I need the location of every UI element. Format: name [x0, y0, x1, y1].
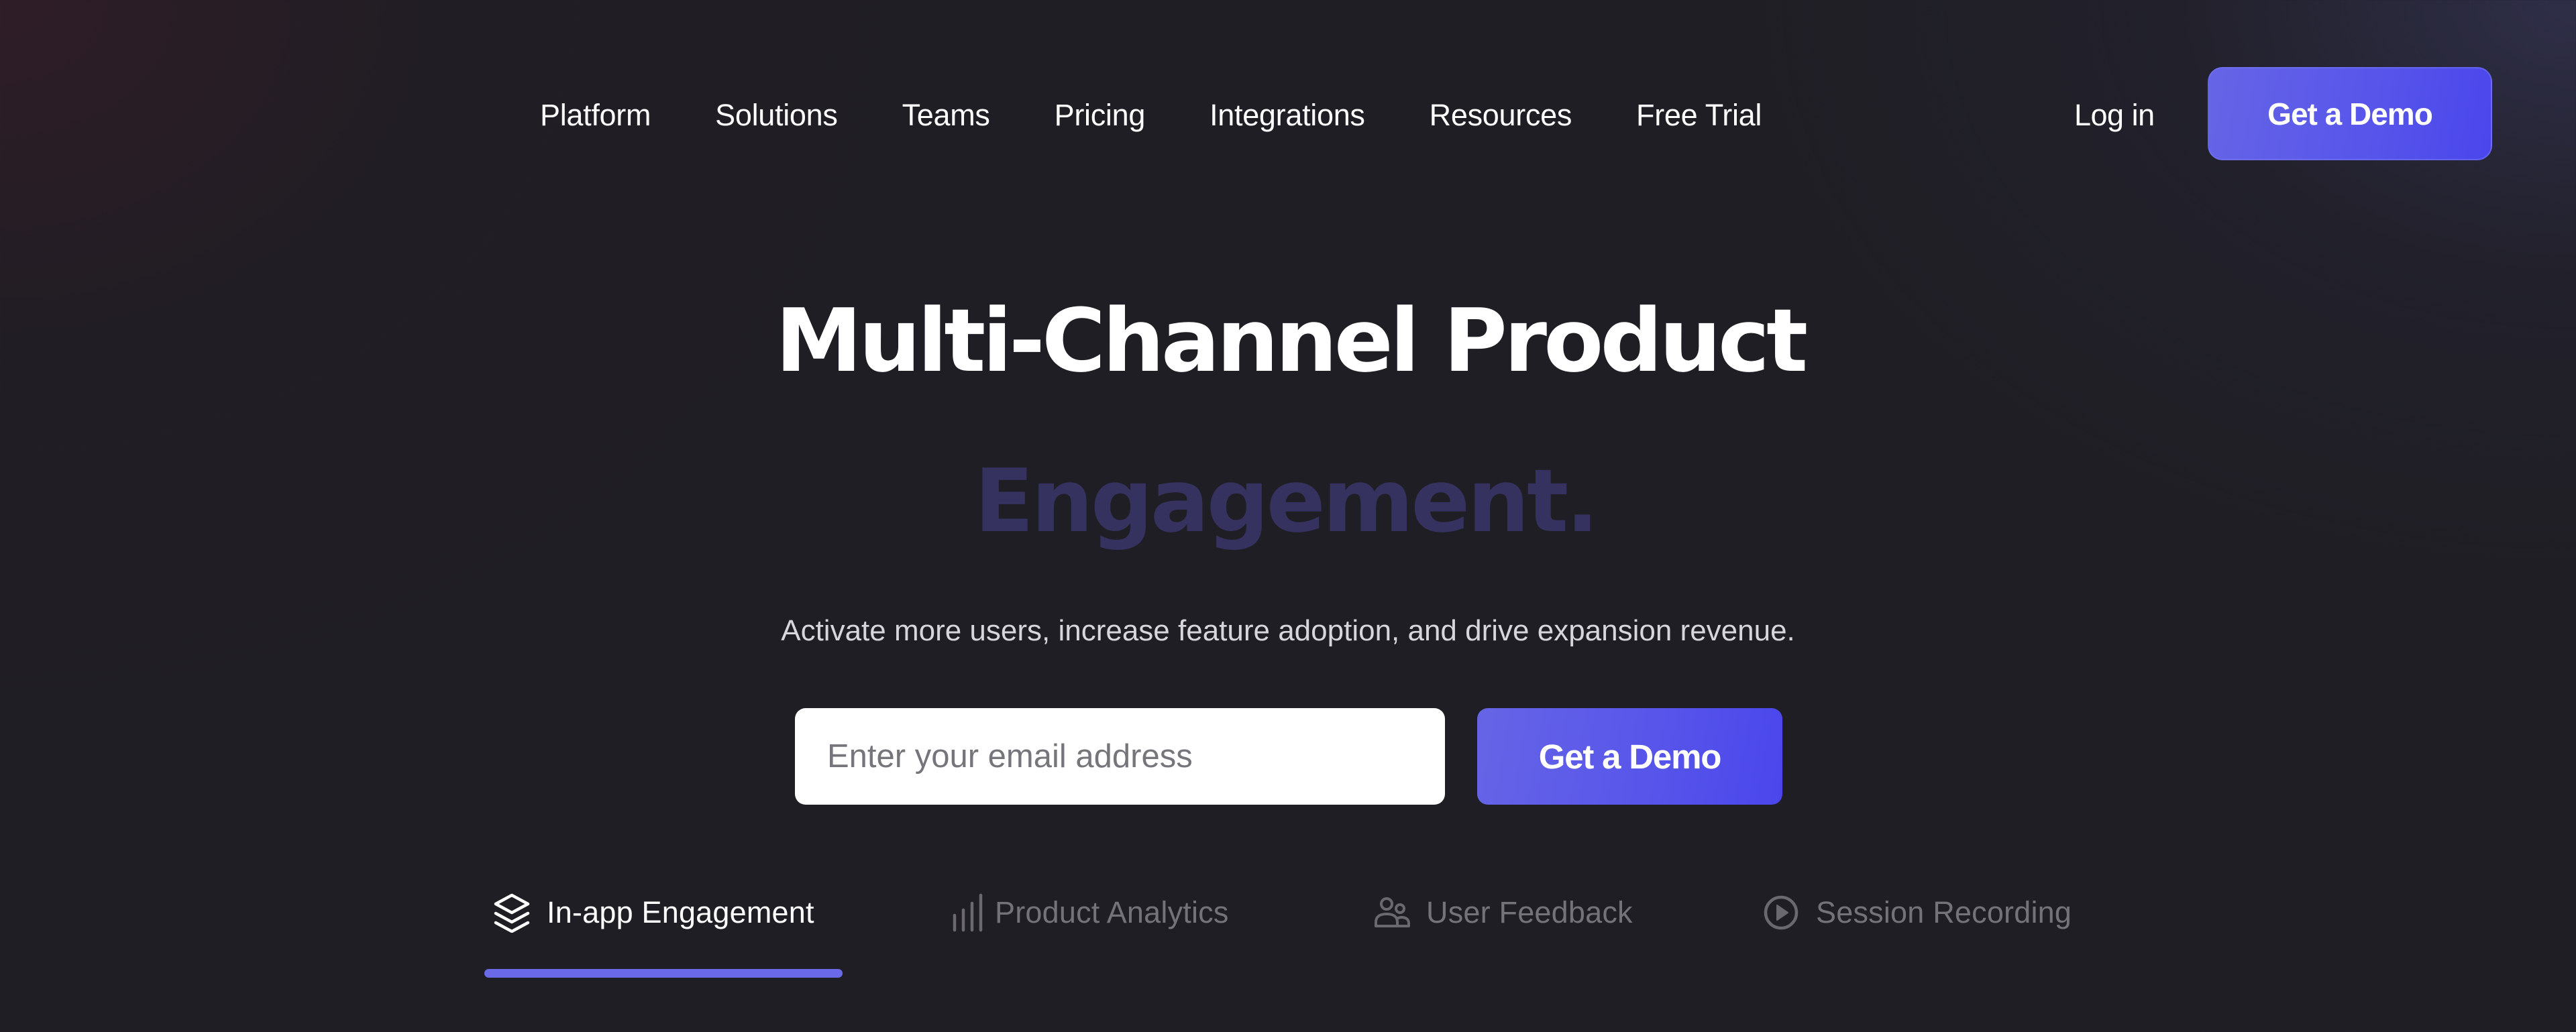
nav-link-resources[interactable]: Resources	[1430, 98, 1572, 133]
tab-label: Session Recording	[1816, 895, 2072, 929]
play-circle-icon	[1761, 893, 1801, 933]
users-icon	[1373, 893, 1413, 933]
nav-link-platform[interactable]: Platform	[540, 98, 651, 133]
tab-user-feedback[interactable]: User Feedback	[1373, 884, 1633, 941]
tab-in-app-engagement[interactable]: In-app Engagement	[492, 884, 814, 941]
hero-subtitle: Activate more users, increase feature ad…	[781, 614, 1795, 647]
tab-product-analytics[interactable]: Product Analytics	[948, 884, 1229, 941]
tab-label: User Feedback	[1426, 895, 1633, 929]
nav-link-teams[interactable]: Teams	[902, 98, 990, 133]
tab-label: Product Analytics	[995, 895, 1229, 929]
nav-link-solutions[interactable]: Solutions	[715, 98, 838, 133]
email-input[interactable]	[795, 708, 1445, 805]
hero-title: Multi-Channel Product	[775, 290, 1808, 392]
hero-get-demo-button[interactable]: Get a Demo	[1477, 708, 1782, 805]
active-tab-indicator	[484, 969, 843, 978]
bar-chart-icon	[948, 893, 988, 933]
nav-link-integrations[interactable]: Integrations	[1210, 98, 1365, 133]
tab-session-recording[interactable]: Session Recording	[1761, 884, 2072, 941]
nav-get-demo-button[interactable]: Get a Demo	[2208, 67, 2492, 160]
login-link[interactable]: Log in	[2074, 89, 2155, 142]
nav-link-free-trial[interactable]: Free Trial	[1636, 98, 1762, 133]
tab-label: In-app Engagement	[547, 895, 814, 929]
nav-link-pricing[interactable]: Pricing	[1055, 98, 1146, 133]
hero-title-rotating-word: Engagement.	[974, 450, 1599, 552]
nav-links: Platform Solutions Teams Pricing Integra…	[540, 89, 1762, 142]
layers-icon	[492, 893, 532, 933]
